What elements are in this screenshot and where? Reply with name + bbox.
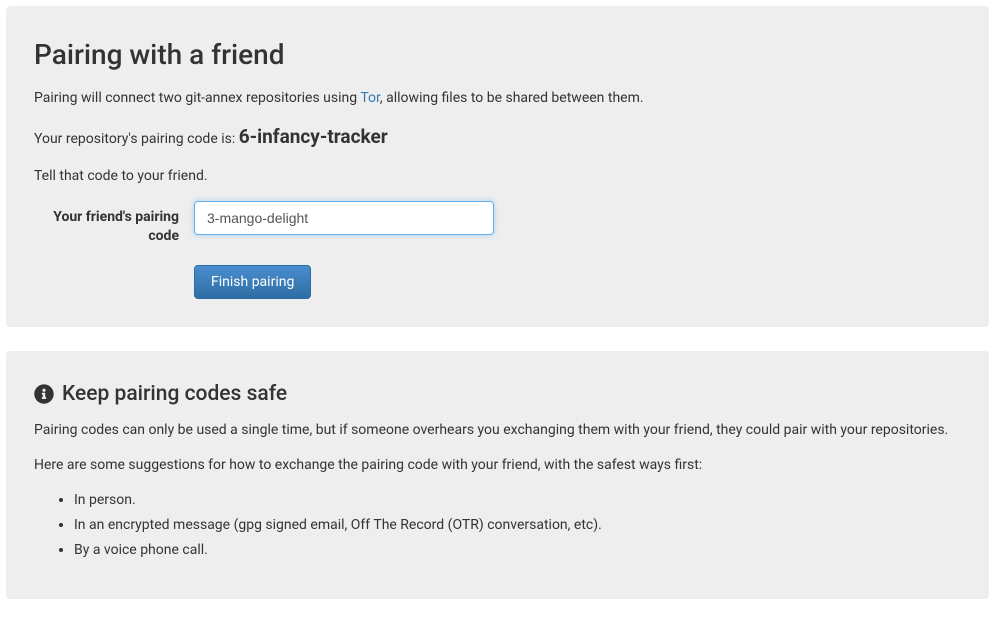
friend-code-input[interactable] <box>194 201 494 235</box>
advice-heading: Keep pairing codes safe <box>34 379 961 411</box>
finish-pairing-button[interactable]: Finish pairing <box>194 265 311 299</box>
tor-link[interactable]: Tor <box>360 90 380 106</box>
advice-list: In person. In an encrypted message (gpg … <box>34 490 961 561</box>
intro-paragraph: Pairing will connect two git-annex repos… <box>34 88 961 109</box>
pairing-code-value: 6-infancy-tracker <box>239 125 388 148</box>
submit-row: Finish pairing <box>34 265 961 299</box>
pairing-code-line: Your repository's pairing code is: 6-inf… <box>34 123 961 152</box>
intro-text-before: Pairing will connect two git-annex repos… <box>34 90 360 106</box>
advice-p2: Here are some suggestions for how to exc… <box>34 455 961 476</box>
list-item: By a voice phone call. <box>74 540 961 561</box>
pairing-code-prefix: Your repository's pairing code is: <box>34 131 239 147</box>
pairing-panel: Pairing with a friend Pairing will conne… <box>6 6 989 327</box>
intro-text-after: , allowing files to be shared between th… <box>380 90 644 106</box>
tell-friend-text: Tell that code to your friend. <box>34 166 961 187</box>
advice-p1: Pairing codes can only be used a single … <box>34 420 961 441</box>
page-title: Pairing with a friend <box>34 34 961 76</box>
info-icon <box>34 384 54 404</box>
advice-heading-text: Keep pairing codes safe <box>62 379 287 411</box>
list-item: In person. <box>74 490 961 511</box>
friend-code-input-wrap <box>194 201 494 235</box>
friend-code-label: Your friend's pairing code <box>34 201 194 247</box>
advice-panel: Keep pairing codes safe Pairing codes ca… <box>6 351 989 600</box>
list-item: In an encrypted message (gpg signed emai… <box>74 515 961 536</box>
friend-code-row: Your friend's pairing code <box>34 201 961 247</box>
